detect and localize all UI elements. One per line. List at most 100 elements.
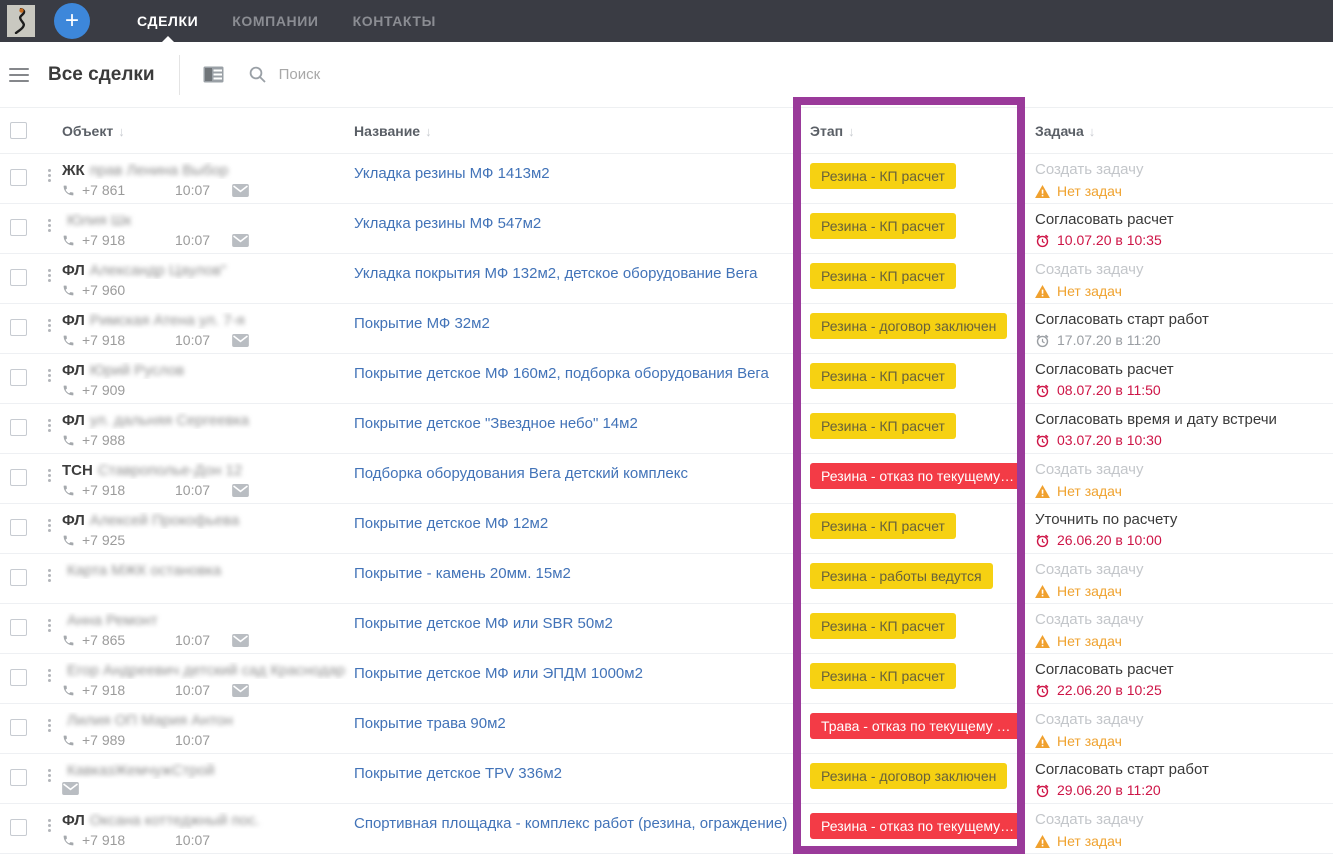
deal-title-link[interactable]: Покрытие - камень 20мм. 15м2 (354, 565, 571, 582)
deal-title-link[interactable]: Покрытие детское МФ или ЭПДМ 1000м2 (354, 665, 643, 682)
row-checkbox[interactable] (10, 319, 27, 336)
deal-title-link[interactable]: Укладка резины МФ 547м2 (354, 215, 541, 232)
phone-number[interactable]: +7 925 (62, 532, 175, 548)
task-title-link[interactable]: Согласовать старт работ (1035, 311, 1333, 328)
row-checkbox[interactable] (10, 519, 27, 536)
row-checkbox[interactable] (10, 569, 27, 586)
create-task-link[interactable]: Создать задачу (1035, 711, 1333, 728)
task-title-link[interactable]: Согласовать расчет (1035, 211, 1333, 228)
row-checkbox[interactable] (10, 769, 27, 786)
row-menu-icon[interactable] (48, 317, 51, 334)
deal-title-link[interactable]: Покрытие детское "Звездное небо" 14м2 (354, 415, 638, 432)
envelope-icon[interactable] (232, 334, 249, 347)
stage-badge[interactable]: Резина - отказ по текущему… (810, 813, 1025, 839)
row-menu-icon[interactable] (48, 667, 51, 684)
stage-badge[interactable]: Резина - работы ведутся (810, 563, 993, 589)
row-menu-icon[interactable] (48, 517, 51, 534)
phone-number[interactable]: +7 988 (62, 432, 175, 448)
tab-contacts[interactable]: КОНТАКТЫ (336, 0, 453, 42)
stage-badge[interactable]: Резина - КП расчет (810, 263, 956, 289)
select-all-checkbox[interactable] (10, 122, 27, 139)
row-checkbox[interactable] (10, 269, 27, 286)
menu-icon[interactable] (9, 64, 29, 86)
envelope-icon[interactable] (232, 484, 249, 497)
envelope-icon[interactable] (232, 184, 249, 197)
phone-number[interactable]: +7 861 (62, 182, 175, 198)
column-header-task[interactable]: Задача↓ (1035, 123, 1333, 139)
search-input[interactable]: Поиск (279, 66, 321, 83)
row-menu-icon[interactable] (48, 367, 51, 384)
tab-deals[interactable]: СДЕЛКИ (120, 0, 215, 42)
stage-badge[interactable]: Резина - КП расчет (810, 613, 956, 639)
task-title-link[interactable]: Согласовать расчет (1035, 661, 1333, 678)
create-task-link[interactable]: Создать задачу (1035, 461, 1333, 478)
deal-title-link[interactable]: Подборка оборудования Вега детский компл… (354, 465, 688, 482)
deal-title-link[interactable]: Покрытие трава 90м2 (354, 715, 506, 732)
row-checkbox[interactable] (10, 469, 27, 486)
stage-badge[interactable]: Резина - КП расчет (810, 213, 956, 239)
row-menu-icon[interactable] (48, 617, 51, 634)
tab-companies[interactable]: КОМПАНИИ (215, 0, 335, 42)
phone-number[interactable]: +7 918 (62, 332, 175, 348)
row-menu-icon[interactable] (48, 217, 51, 234)
task-title-link[interactable]: Согласовать время и дату встречи (1035, 411, 1333, 428)
row-menu-icon[interactable] (48, 567, 51, 584)
stage-badge[interactable]: Резина - КП расчет (810, 363, 956, 389)
task-title-link[interactable]: Уточнить по расчету (1035, 511, 1333, 528)
row-checkbox[interactable] (10, 619, 27, 636)
row-checkbox[interactable] (10, 219, 27, 236)
stage-badge[interactable]: Резина - договор заключен (810, 313, 1007, 339)
stage-badge[interactable]: Резина - КП расчет (810, 163, 956, 189)
task-title-link[interactable]: Согласовать расчет (1035, 361, 1333, 378)
create-task-link[interactable]: Создать задачу (1035, 811, 1333, 828)
deal-title-link[interactable]: Покрытие детское МФ 160м2, подборка обор… (354, 365, 769, 382)
row-menu-icon[interactable] (48, 467, 51, 484)
create-task-link[interactable]: Создать задачу (1035, 261, 1333, 278)
stage-badge[interactable]: Трава - отказ по текущему … (810, 713, 1022, 739)
row-checkbox[interactable] (10, 669, 27, 686)
phone-number[interactable]: +7 909 (62, 382, 175, 398)
row-menu-icon[interactable] (48, 717, 51, 734)
row-checkbox[interactable] (10, 169, 27, 186)
row-menu-icon[interactable] (48, 267, 51, 284)
search-box[interactable]: Поиск (249, 66, 321, 83)
deal-title-link[interactable]: Укладка покрытия МФ 132м2, детское обору… (354, 265, 758, 282)
deal-title-link[interactable]: Покрытие детское TPV 336м2 (354, 765, 562, 782)
envelope-icon[interactable] (232, 684, 249, 697)
task-title-link[interactable]: Согласовать старт работ (1035, 761, 1333, 778)
deal-title-link[interactable]: Укладка резины МФ 1413м2 (354, 165, 550, 182)
row-menu-icon[interactable] (48, 767, 51, 784)
add-button[interactable]: + (54, 3, 90, 39)
stage-badge[interactable]: Резина - КП расчет (810, 663, 956, 689)
phone-number[interactable]: +7 989 (62, 732, 175, 748)
row-checkbox[interactable] (10, 369, 27, 386)
envelope-icon[interactable] (232, 634, 249, 647)
create-task-link[interactable]: Создать задачу (1035, 611, 1333, 628)
row-menu-icon[interactable] (48, 417, 51, 434)
phone-number[interactable]: +7 918 (62, 482, 175, 498)
deal-title-link[interactable]: Покрытие МФ 32м2 (354, 315, 490, 332)
column-header-stage[interactable]: Этап↓ (810, 123, 1035, 139)
stage-badge[interactable]: Резина - КП расчет (810, 513, 956, 539)
deal-title-link[interactable]: Покрытие детское МФ 12м2 (354, 515, 548, 532)
phone-number[interactable]: +7 918 (62, 832, 175, 848)
stage-badge[interactable]: Резина - КП расчет (810, 413, 956, 439)
phone-number[interactable]: +7 918 (62, 682, 175, 698)
column-header-object[interactable]: Объект↓ (62, 123, 354, 139)
row-menu-icon[interactable] (48, 167, 51, 184)
create-task-link[interactable]: Создать задачу (1035, 161, 1333, 178)
row-menu-icon[interactable] (48, 817, 51, 834)
phone-number[interactable]: +7 960 (62, 282, 175, 298)
row-checkbox[interactable] (10, 719, 27, 736)
envelope-icon[interactable] (62, 782, 79, 795)
stage-badge[interactable]: Резина - договор заключен (810, 763, 1007, 789)
view-settings-icon[interactable] (203, 66, 224, 83)
row-checkbox[interactable] (10, 819, 27, 836)
stage-badge[interactable]: Резина - отказ по текущему… (810, 463, 1025, 489)
phone-number[interactable]: +7 918 (62, 232, 175, 248)
envelope-icon[interactable] (232, 234, 249, 247)
deal-title-link[interactable]: Спортивная площадка - комплекс работ (ре… (354, 815, 787, 832)
row-checkbox[interactable] (10, 419, 27, 436)
create-task-link[interactable]: Создать задачу (1035, 561, 1333, 578)
phone-number[interactable]: +7 865 (62, 632, 175, 648)
